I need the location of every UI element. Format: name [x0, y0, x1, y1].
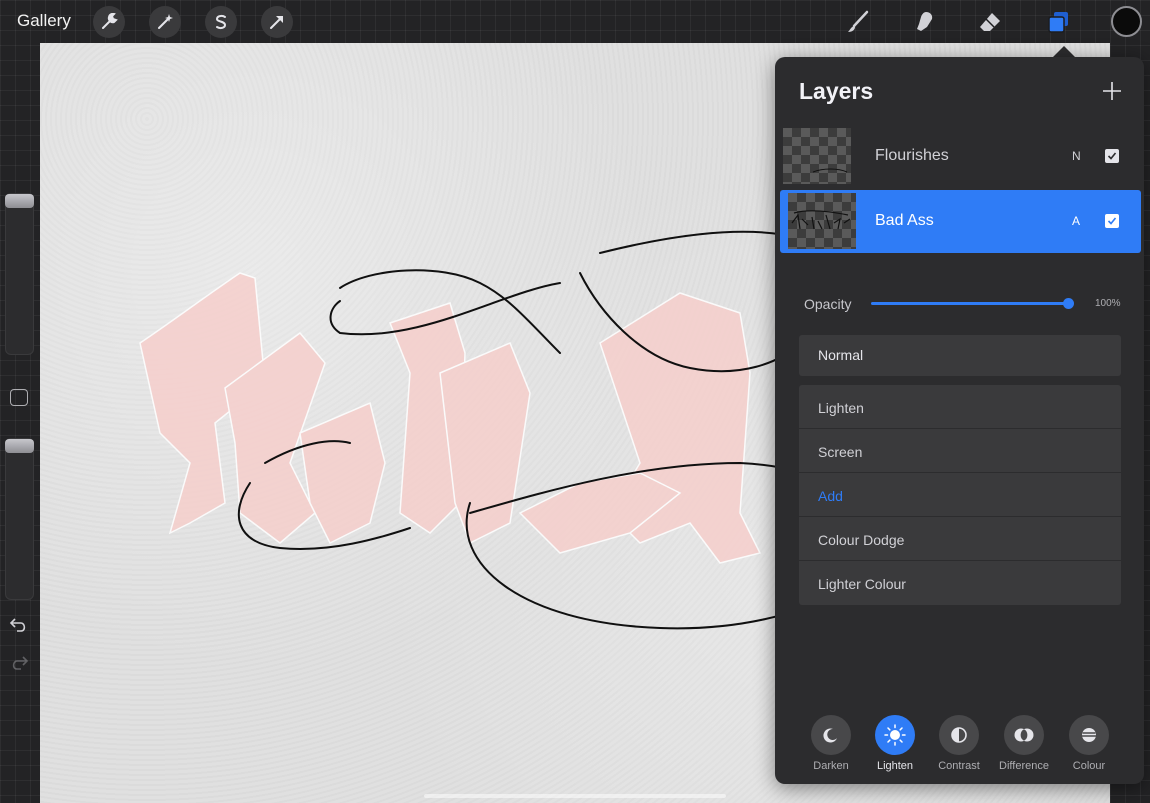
opacity-slider-knob[interactable] — [1063, 298, 1074, 309]
brush-opacity-slider[interactable] — [5, 438, 34, 600]
blend-category-lighten[interactable]: Lighten — [863, 715, 927, 775]
blend-category-colour[interactable]: Colour — [1057, 715, 1121, 775]
selection-s-icon[interactable] — [205, 6, 237, 38]
moon-icon — [811, 715, 851, 755]
modify-button[interactable] — [10, 389, 28, 406]
layer-thumbnail — [788, 193, 856, 249]
blend-category-difference[interactable]: Difference — [992, 715, 1056, 775]
color-swatch[interactable] — [1111, 6, 1142, 37]
bad-ass-lettering — [139, 272, 762, 564]
brush-opacity-thumb[interactable] — [5, 439, 34, 453]
sun-icon — [875, 715, 915, 755]
layer-blend-mode[interactable]: N — [1072, 149, 1081, 163]
layer-visibility-checkbox[interactable] — [1105, 149, 1119, 163]
magic-wand-icon[interactable] — [149, 6, 181, 38]
arrow-cursor-icon[interactable] — [261, 6, 293, 38]
current-blend-label: Normal — [818, 347, 864, 363]
redo-icon[interactable] — [9, 654, 29, 672]
layer-row-flourishes[interactable]: Flourishes N — [775, 125, 1144, 188]
blend-option-lighter-colour[interactable]: Lighter Colour — [799, 561, 1121, 605]
blend-option-colour-dodge[interactable]: Colour Dodge — [799, 517, 1121, 561]
layer-visibility-checkbox[interactable] — [1105, 214, 1119, 228]
layer-blend-mode[interactable]: A — [1072, 214, 1080, 228]
blend-mode-list: Lighten Screen Add Colour Dodge Lighter … — [799, 385, 1121, 605]
gallery-button[interactable]: Gallery — [17, 11, 71, 31]
add-layer-icon[interactable] — [1100, 79, 1124, 103]
wrench-icon[interactable] — [93, 6, 125, 38]
brush-size-thumb[interactable] — [5, 194, 34, 208]
layer-name: Flourishes — [875, 147, 949, 164]
half-circle-icon — [939, 715, 979, 755]
brush-icon[interactable] — [842, 6, 874, 38]
opacity-label: Opacity — [804, 296, 852, 312]
blend-category-darken[interactable]: Darken — [799, 715, 863, 775]
brush-size-slider[interactable] — [5, 193, 34, 355]
layers-title: Layers — [799, 78, 874, 104]
blend-option-screen[interactable]: Screen — [799, 429, 1121, 473]
colour-icon — [1069, 715, 1109, 755]
undo-icon[interactable] — [9, 616, 29, 634]
blend-option-lighten[interactable]: Lighten — [799, 385, 1121, 429]
layer-name: Bad Ass — [875, 212, 934, 229]
blend-category-contrast[interactable]: Contrast — [927, 715, 991, 775]
eraser-icon[interactable] — [974, 6, 1006, 38]
layer-thumbnail — [783, 128, 851, 184]
layer-row-bad-ass[interactable]: Bad Ass A — [780, 190, 1141, 253]
difference-icon — [1004, 715, 1044, 755]
layers-panel: Layers Flourishes N Bad Ass A Opacity 10… — [775, 57, 1144, 784]
layers-icon[interactable] — [1043, 6, 1075, 38]
smudge-finger-icon[interactable] — [908, 6, 940, 38]
current-blend-mode[interactable]: Normal — [799, 335, 1121, 376]
home-indicator — [424, 794, 726, 798]
blend-option-add[interactable]: Add — [799, 473, 1121, 517]
opacity-slider[interactable] — [871, 302, 1069, 305]
opacity-value: 100% — [1095, 298, 1121, 309]
top-toolbar: Gallery — [0, 0, 1150, 43]
